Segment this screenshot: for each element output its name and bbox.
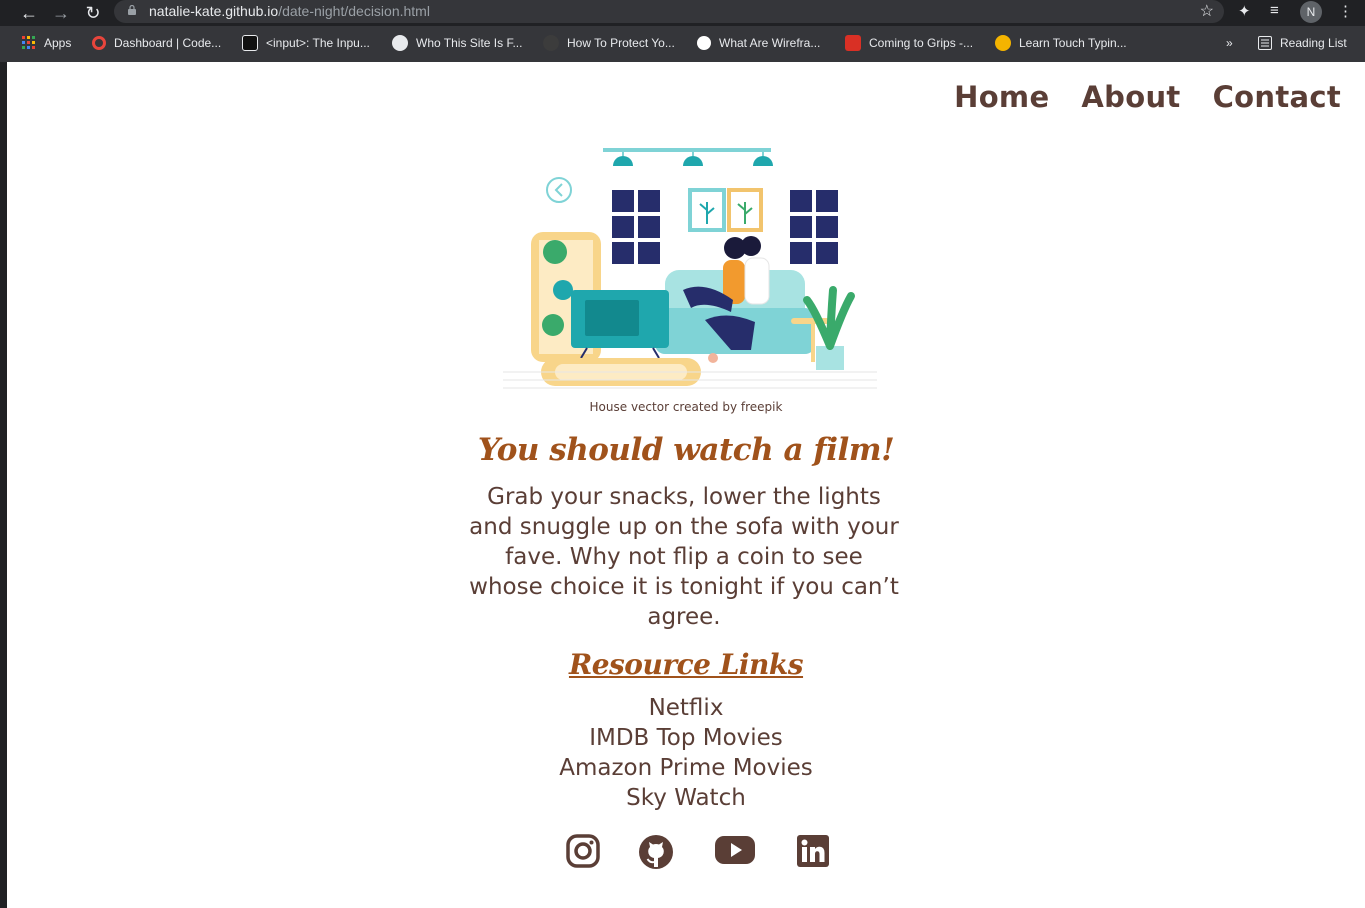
link-netflix[interactable]: Netflix [7, 693, 1365, 723]
mdn-icon [242, 35, 258, 51]
reload-icon[interactable]: ↻ [82, 2, 104, 24]
bookmark-label: Learn Touch Typin... [1019, 36, 1127, 50]
bookmark-label: Coming to Grips -... [869, 36, 974, 50]
bookmark-how-to-protect[interactable]: How To Protect Yo... [543, 35, 675, 51]
reading-list-icon [1258, 36, 1272, 50]
decision-description: Grab your snacks, lower the lights and s… [469, 484, 899, 630]
youtube-icon[interactable] [714, 834, 756, 866]
site-nav: Home About Contact [954, 80, 1341, 114]
resource-links-heading[interactable]: Resource Links [7, 648, 1365, 681]
url-text: natalie-kate.github.io/date-night/decisi… [149, 3, 430, 19]
codecademy-icon [92, 36, 106, 50]
illustration-credit: House vector created by freepik [589, 400, 783, 414]
site-favicon-icon [543, 35, 559, 51]
bookmark-coming-to-grips[interactable]: Coming to Grips -... [845, 35, 973, 51]
link-imdb-top-movies[interactable]: IMDB Top Movies [7, 723, 1365, 753]
reading-list-label: Reading List [1280, 36, 1347, 50]
profile-avatar[interactable]: N [1300, 1, 1322, 23]
url-path: /date-night/decision.html [278, 3, 430, 19]
bookmark-label: Dashboard | Code... [114, 36, 222, 50]
more-menu-icon[interactable]: ⋮ [1338, 2, 1353, 20]
apps-grid-icon [22, 36, 35, 49]
bookmark-apps[interactable]: Apps [22, 35, 71, 51]
site-favicon-icon [845, 35, 861, 51]
hero-illustration [503, 148, 877, 389]
bookmark-label: Apps [44, 36, 72, 50]
lock-icon [128, 5, 136, 15]
reading-list-button[interactable]: Reading List [1258, 35, 1347, 51]
browser-toolbar: ← → ↻ natalie-kate.github.io/date-night/… [0, 0, 1365, 26]
bookmark-label: What Are Wirefra... [719, 36, 821, 50]
page-title: You should watch a film! [477, 432, 895, 468]
bookmark-star-icon[interactable]: ☆ [1200, 1, 1214, 21]
instagram-icon[interactable] [566, 834, 600, 868]
browser-chrome: ← → ↻ natalie-kate.github.io/date-night/… [0, 0, 1365, 62]
linkedin-icon[interactable] [796, 834, 830, 868]
bookmark-label: <input>: The Inpu... [266, 36, 370, 50]
bookmark-touch-typing[interactable]: Learn Touch Typin... [995, 35, 1127, 51]
address-bar[interactable]: natalie-kate.github.io/date-night/decisi… [114, 0, 1224, 23]
ninja-icon [995, 35, 1011, 51]
bookmark-dashboard[interactable]: Dashboard | Code... [92, 35, 221, 51]
github-icon[interactable] [638, 834, 674, 870]
bookmarks-overflow-button[interactable]: » [1226, 35, 1233, 51]
url-host: natalie-kate.github.io [149, 3, 279, 19]
forward-arrow-icon[interactable]: → [50, 2, 72, 24]
globe-icon [392, 35, 408, 51]
bookmarks-bar: Apps Dashboard | Code... <input>: The In… [0, 30, 1365, 56]
bookmark-label: How To Protect Yo... [567, 36, 675, 50]
link-amazon-prime-movies[interactable]: Amazon Prime Movies [7, 753, 1365, 783]
nav-contact-link[interactable]: Contact [1213, 80, 1341, 114]
bookmark-label: Who This Site Is F... [416, 36, 523, 50]
social-links [562, 834, 832, 874]
nav-home-link[interactable]: Home [954, 80, 1049, 114]
back-arrow-icon[interactable]: ← [18, 2, 40, 24]
nav-about-link[interactable]: About [1081, 80, 1180, 114]
link-sky-watch[interactable]: Sky Watch [7, 783, 1365, 813]
resource-links-list: Netflix IMDB Top Movies Amazon Prime Mov… [7, 693, 1365, 813]
bookmark-input[interactable]: <input>: The Inpu... [242, 35, 370, 51]
page-viewport: Home About Contact House vector created … [7, 62, 1365, 908]
media-queue-icon[interactable]: ≡ [1270, 2, 1279, 19]
bookmark-who-this-site[interactable]: Who This Site Is F... [392, 35, 522, 51]
smiley-icon [697, 36, 711, 50]
puzzle-extensions-icon[interactable]: ✦ [1238, 2, 1251, 20]
bookmark-wireframes[interactable]: What Are Wirefra... [697, 35, 820, 51]
